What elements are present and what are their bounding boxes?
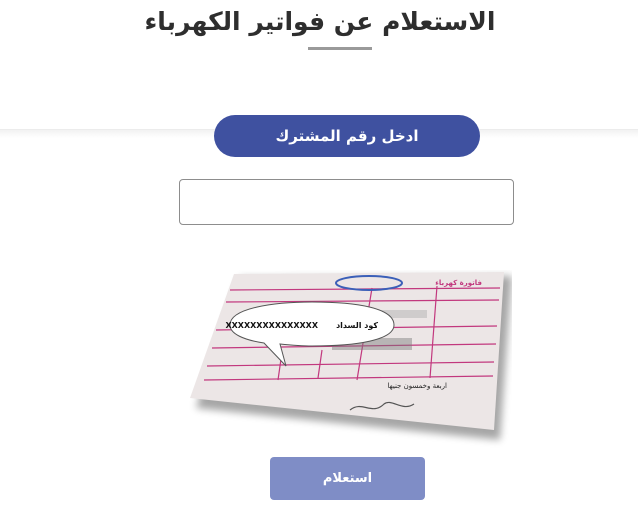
bill-amount-words: اربعة وخمسون جنيها xyxy=(387,382,447,390)
inquiry-button[interactable]: استعلام xyxy=(270,457,425,500)
subscriber-number-label: ادخل رقم المشترك xyxy=(214,115,480,157)
title-underline xyxy=(308,47,372,50)
page-title: الاستعلام عن فواتير الكهرباء xyxy=(144,7,496,36)
bill-header-title: فاتورة كهرباء xyxy=(435,279,482,287)
callout-label: كود السداد xyxy=(336,321,378,330)
callout-code: XXXXXXXXXXXXXXX xyxy=(225,321,318,330)
bill-illustration: فاتورة كهرباء XXXXXXXXXXXXXXX كود السداد… xyxy=(190,272,512,440)
subscriber-number-input[interactable] xyxy=(179,179,514,225)
